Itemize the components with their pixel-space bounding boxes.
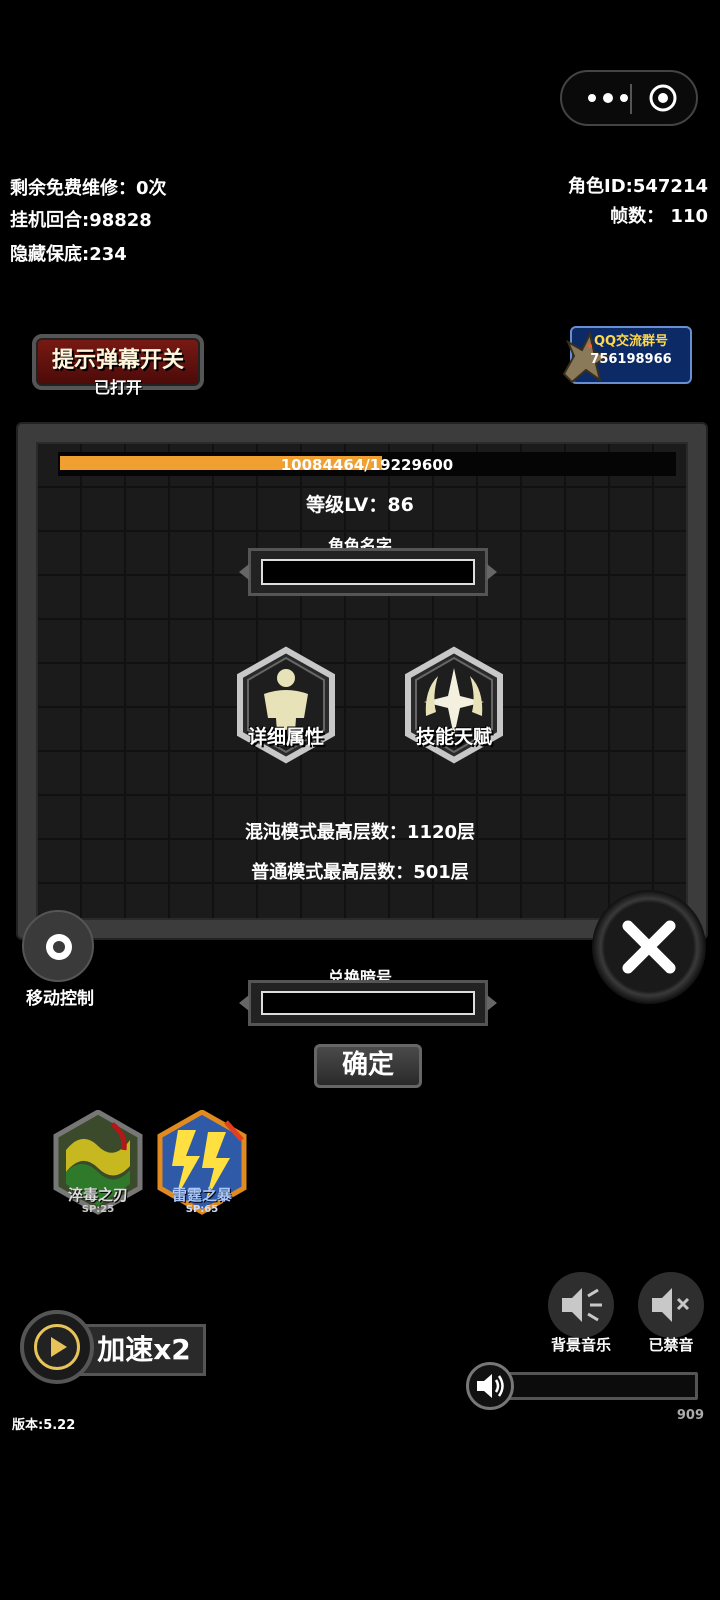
barrage-toggle-state: 已打开	[93, 378, 142, 397]
redeem-code-input[interactable]	[261, 991, 475, 1015]
skill-poison-blade-sp: SP:25	[81, 1204, 115, 1215]
miniprogram-capsule	[560, 70, 698, 126]
skill-talent-label: 技能天赋	[415, 726, 492, 748]
skill-poison-blade[interactable]: 淬毒之刃 SP:25	[52, 1109, 144, 1222]
volume-slider[interactable]	[466, 1362, 702, 1410]
speed-up-button[interactable]: 加速x2	[20, 1310, 210, 1384]
hidden-pity: 隐藏保底:234	[10, 244, 127, 265]
normal-mode-max-floor: 普通模式最高层数：501层	[251, 862, 469, 883]
mute-button[interactable]: 已禁音	[636, 1272, 706, 1356]
detail-attributes-label: 详细属性	[247, 726, 324, 748]
volume-track[interactable]	[502, 1372, 698, 1400]
xp-text: 10084464/19229600	[280, 456, 454, 474]
character-name-field[interactable]	[239, 548, 497, 596]
capsule-divider	[630, 84, 632, 114]
volume-knob[interactable]	[466, 1362, 514, 1410]
idle-rounds: 挂机回合:98828	[10, 210, 152, 231]
xp-bar: 10084464/19229600	[58, 452, 676, 476]
close-miniprogram-icon[interactable]	[648, 83, 678, 113]
play-icon	[51, 1337, 67, 1357]
mute-label: 已禁音	[648, 1336, 694, 1354]
fps-counter: 帧数： 110	[610, 206, 708, 227]
speed-up-circle	[20, 1310, 94, 1384]
character-level: 等级LV：86	[306, 494, 414, 516]
joystick-icon	[46, 934, 72, 960]
frame-arrow-left	[239, 564, 249, 580]
qq-group-title: QQ交流群号	[593, 334, 669, 349]
skill-talent-button[interactable]: 技能天赋	[402, 646, 506, 764]
character-name-input[interactable]	[261, 559, 475, 585]
background-music-button[interactable]: 背景音乐	[546, 1272, 616, 1356]
frame-arrow-left	[239, 995, 249, 1011]
free-repair-count: 剩余免费维修：0次	[10, 178, 167, 199]
role-id: 角色ID:547214	[568, 176, 708, 197]
more-icon[interactable]	[580, 86, 636, 110]
play-icon-ring	[34, 1324, 80, 1370]
speaker-muted-icon	[652, 1288, 690, 1322]
skill-thunder-storm[interactable]: 雷霆之暴 SP:65	[156, 1109, 248, 1222]
volume-value: 909	[676, 1408, 704, 1423]
skill-thunder-storm-sp: SP:65	[185, 1204, 219, 1215]
redeem-code-field[interactable]	[239, 980, 497, 1026]
mute-circle	[638, 1272, 704, 1338]
frame-arrow-right	[487, 564, 497, 580]
version-label: 版本:5.22	[12, 1418, 76, 1433]
volume-icon	[477, 1374, 504, 1398]
barrage-toggle-button[interactable]: 提示弹幕开关 已打开	[32, 334, 204, 397]
chaos-mode-max-floor: 混沌模式最高层数：1120层	[244, 822, 476, 843]
confirm-button[interactable]: 确定	[314, 1044, 422, 1088]
background-music-circle	[548, 1272, 614, 1338]
skill-poison-blade-name: 淬毒之刃	[67, 1186, 128, 1204]
speaker-icon	[562, 1288, 602, 1322]
frame-arrow-right	[487, 995, 497, 1011]
qq-group-number: 756198966	[590, 352, 672, 367]
skill-thunder-storm-name: 雷霆之暴	[171, 1186, 232, 1204]
speed-up-label: 加速x2	[97, 1333, 191, 1366]
detail-attributes-button[interactable]: 详细属性	[234, 646, 338, 764]
qq-group-badge[interactable]: QQ交流群号 756198966	[556, 326, 702, 384]
barrage-toggle-title: 提示弹幕开关	[51, 348, 184, 373]
